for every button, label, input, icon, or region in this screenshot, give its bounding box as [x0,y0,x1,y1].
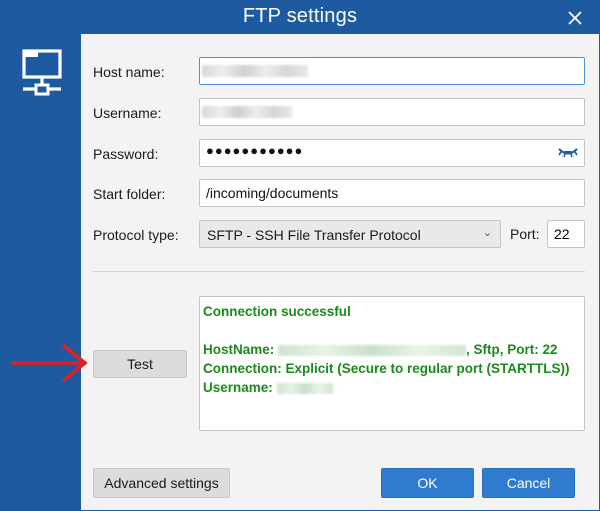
close-icon [568,11,582,25]
port-input[interactable] [547,220,585,248]
red-arrow-icon [11,343,88,383]
result-username-prefix: Username: [203,380,277,395]
test-button[interactable]: Test [93,350,187,378]
host-name-label: Host name: [93,64,165,80]
ftp-settings-dialog: FTP settings Host name: Username: Passwo… [0,0,600,511]
cancel-button[interactable]: Cancel [482,468,575,498]
start-folder-input[interactable] [199,179,585,207]
test-button-label: Test [127,356,153,372]
redacted-hostname [278,344,467,356]
result-blank-line [203,321,581,340]
test-result-box: Connection successful HostName: , Sftp, … [199,296,585,431]
section-divider [93,271,585,272]
advanced-settings-button[interactable]: Advanced settings [93,468,230,498]
protocol-type-label: Protocol type: [93,227,179,243]
port-label: Port: [510,226,540,242]
redacted-host-name [202,65,308,77]
start-folder-label: Start folder: [93,186,166,202]
ok-button[interactable]: OK [381,468,474,498]
username-label: Username: [93,105,162,121]
eye-closed-icon[interactable] [557,145,579,159]
redacted-result-username [276,382,333,394]
password-label: Password: [93,146,159,162]
result-hostname-suffix: , Sftp, Port: 22 [466,342,558,357]
protocol-type-select[interactable]: SFTP - SSH File Transfer Protocol ⌄ [199,220,501,248]
title-bar: FTP settings [1,1,599,34]
result-hostname-prefix: HostName: [203,342,279,357]
chevron-down-icon: ⌄ [482,227,492,239]
password-mask: ●●●●●●●●●●● [206,143,304,158]
result-hostname-line: HostName: , Sftp, Port: 22 [203,340,581,359]
redacted-username [202,106,292,118]
cancel-button-label: Cancel [506,475,551,491]
ok-button-label: OK [417,475,438,491]
advanced-settings-label: Advanced settings [104,475,219,491]
result-connection-line: Connection: Explicit (Secure to regular … [203,361,570,376]
dialog-title: FTP settings [242,5,358,27]
side-strip [1,34,81,510]
result-status: Connection successful [203,304,351,319]
protocol-type-value: SFTP - SSH File Transfer Protocol [207,227,421,243]
network-computer-icon [22,49,62,96]
result-username-line: Username: [203,378,581,397]
close-button[interactable] [563,6,587,30]
